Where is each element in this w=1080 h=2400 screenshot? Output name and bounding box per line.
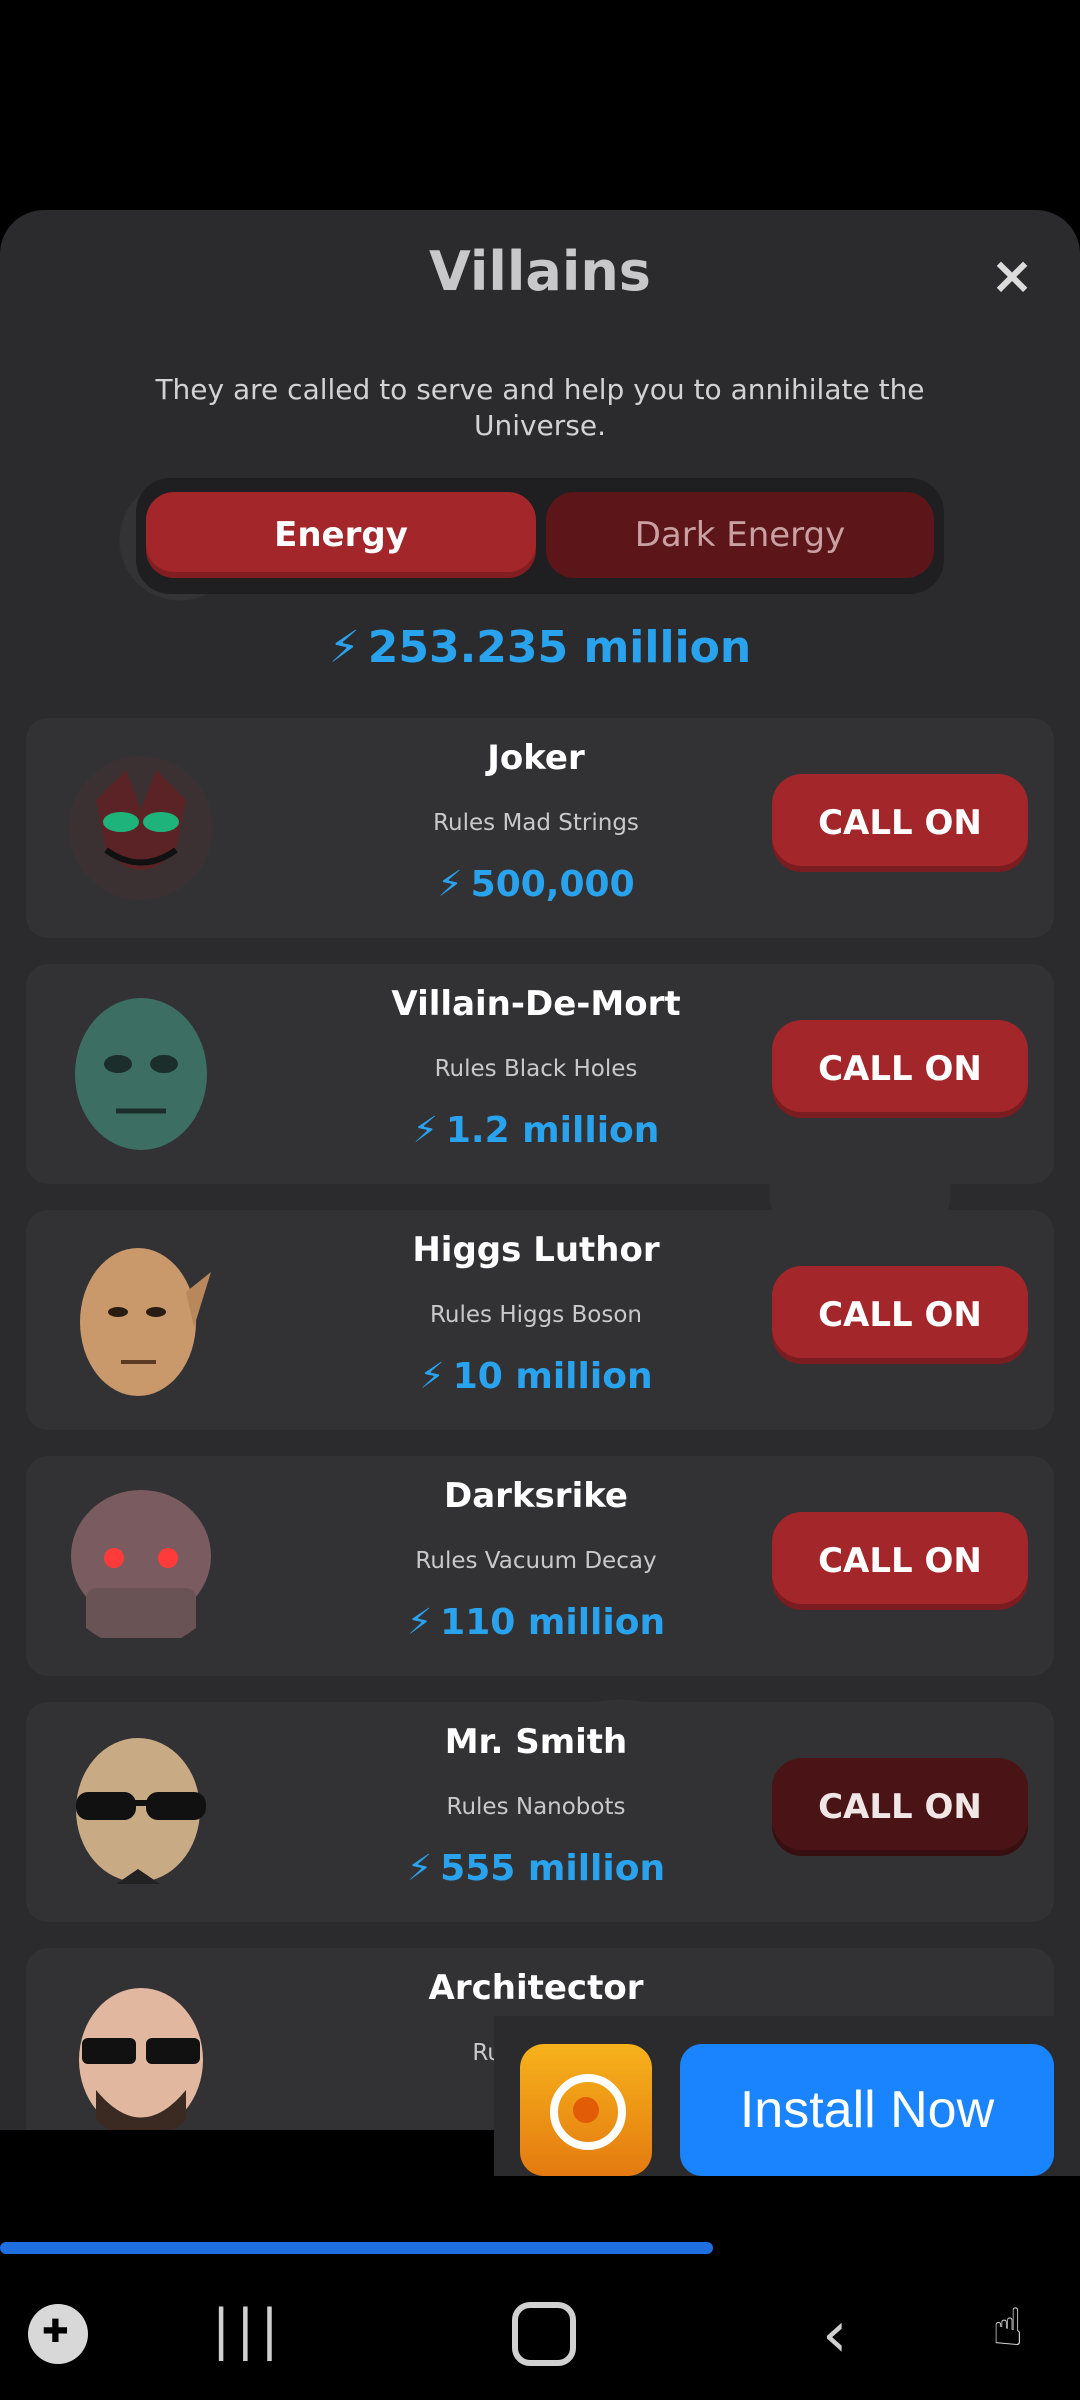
- navigation-bar: ✚ ||| ‹ ☝: [0, 2270, 1080, 2400]
- lightning-icon: ⚡: [419, 1356, 445, 1397]
- mr-smith-avatar: [76, 1738, 206, 1884]
- villain-cost: ⚡ 555 million: [266, 1848, 806, 1889]
- game-tools-icon[interactable]: ✚: [28, 2304, 88, 2364]
- lightning-icon: ⚡: [412, 1110, 438, 1151]
- balance-value: 253.235 million: [367, 622, 752, 673]
- ring-dot: [573, 2097, 599, 2123]
- villain-de-mort-avatar: [75, 998, 207, 1150]
- accessibility-icon[interactable]: ☝: [992, 2298, 1052, 2368]
- villain-info: Joker Rules Mad Strings ⚡ 500,000: [266, 718, 806, 938]
- joker-avatar: [69, 756, 213, 900]
- subtitle: They are called to serve and help you to…: [155, 373, 925, 442]
- villain-info: Darksrike Rules Vacuum Decay ⚡ 110 millio…: [266, 1456, 806, 1676]
- villain-card-darksrike: Darksrike Rules Vacuum Decay ⚡ 110 millio…: [26, 1456, 1054, 1676]
- villain-cost: ⚡ 1.2 million: [266, 1110, 806, 1151]
- villain-desc: Rules Black Holes: [434, 1056, 638, 1082]
- call-on-button[interactable]: CALL ON: [772, 1266, 1028, 1364]
- cost-value: 110 million: [440, 1602, 666, 1643]
- video-progress-fill: [0, 2242, 713, 2254]
- villain-name: Mr. Smith: [444, 1722, 628, 1762]
- villain-desc: Rules Nanobots: [446, 1794, 626, 1820]
- call-on-button[interactable]: CALL ON: [772, 774, 1028, 872]
- install-now-button[interactable]: Install Now: [680, 2044, 1054, 2176]
- architector-avatar: [79, 1988, 203, 2130]
- villains-panel: Villains × They are called to serve and …: [0, 210, 1080, 2130]
- energy-balance: ⚡ 253.235 million: [0, 622, 1080, 673]
- villain-name: Higgs Luthor: [412, 1230, 660, 1270]
- lightning-icon: ⚡: [328, 622, 360, 673]
- villain-desc: Rules Mad Strings: [433, 810, 639, 836]
- villain-card-joker: Joker Rules Mad Strings ⚡ 500,000 CALL ON: [26, 718, 1054, 938]
- villain-card-villain-de-mort: Villain-De-Mort Rules Black Holes ⚡ 1.2 m…: [26, 964, 1054, 1184]
- app-icon[interactable]: [520, 2044, 652, 2176]
- energy-toggle: Energy Dark Energy: [136, 478, 944, 594]
- villain-card-mr-smith: Mr. Smith Rules Nanobots ⚡ 555 million CA…: [26, 1702, 1054, 1922]
- call-on-button[interactable]: CALL ON: [772, 1512, 1028, 1610]
- tab-energy[interactable]: Energy: [146, 492, 536, 578]
- call-on-button[interactable]: CALL ON: [772, 1758, 1028, 1856]
- villain-card-higgs-luthor: Higgs Luthor Rules Higgs Boson ⚡ 10 milli…: [26, 1210, 1054, 1430]
- villain-desc: Rules Higgs Boson: [429, 1302, 643, 1328]
- lightning-icon: ⚡: [406, 1602, 433, 1643]
- villain-name: Villain-De-Mort: [391, 984, 681, 1024]
- back-icon[interactable]: ‹: [822, 2298, 872, 2372]
- cost-value: 500,000: [470, 864, 635, 905]
- page-title: Villains: [429, 240, 651, 303]
- close-icon[interactable]: ×: [982, 246, 1042, 306]
- video-progress-bar[interactable]: [0, 2242, 1080, 2254]
- villain-name: Darksrike: [444, 1476, 628, 1516]
- call-on-button[interactable]: CALL ON: [772, 1020, 1028, 1118]
- villain-name: Joker: [487, 738, 585, 778]
- cost-value: 1.2 million: [445, 1110, 660, 1151]
- villain-info: Mr. Smith Rules Nanobots ⚡ 555 million: [266, 1702, 806, 1922]
- villain-cost: ⚡ 10 million: [266, 1356, 806, 1397]
- cost-value: 555 million: [440, 1848, 666, 1889]
- villain-cost: ⚡ 110 million: [266, 1602, 806, 1643]
- home-icon[interactable]: [512, 2302, 576, 2366]
- villain-list: Joker Rules Mad Strings ⚡ 500,000 CALL ON…: [26, 718, 1054, 2130]
- villain-name: Architector: [428, 1968, 644, 2008]
- villain-desc: Rules Vacuum Decay: [415, 1548, 657, 1574]
- darksrike-avatar: [71, 1490, 211, 1638]
- lightning-icon: ⚡: [437, 864, 463, 905]
- tab-dark-energy[interactable]: Dark Energy: [546, 492, 934, 578]
- villain-cost: ⚡ 500,000: [266, 864, 806, 905]
- villain-info: Villain-De-Mort Rules Black Holes ⚡ 1.2 m…: [266, 964, 806, 1184]
- higgs-luthor-avatar: [80, 1248, 211, 1396]
- cost-value: 10 million: [452, 1356, 653, 1397]
- lightning-icon: ⚡: [406, 1848, 433, 1889]
- recent-apps-icon[interactable]: |||: [212, 2298, 279, 2368]
- ad-banner[interactable]: Install Now: [494, 2016, 1080, 2176]
- villain-info: Higgs Luthor Rules Higgs Boson ⚡ 10 milli…: [266, 1210, 806, 1430]
